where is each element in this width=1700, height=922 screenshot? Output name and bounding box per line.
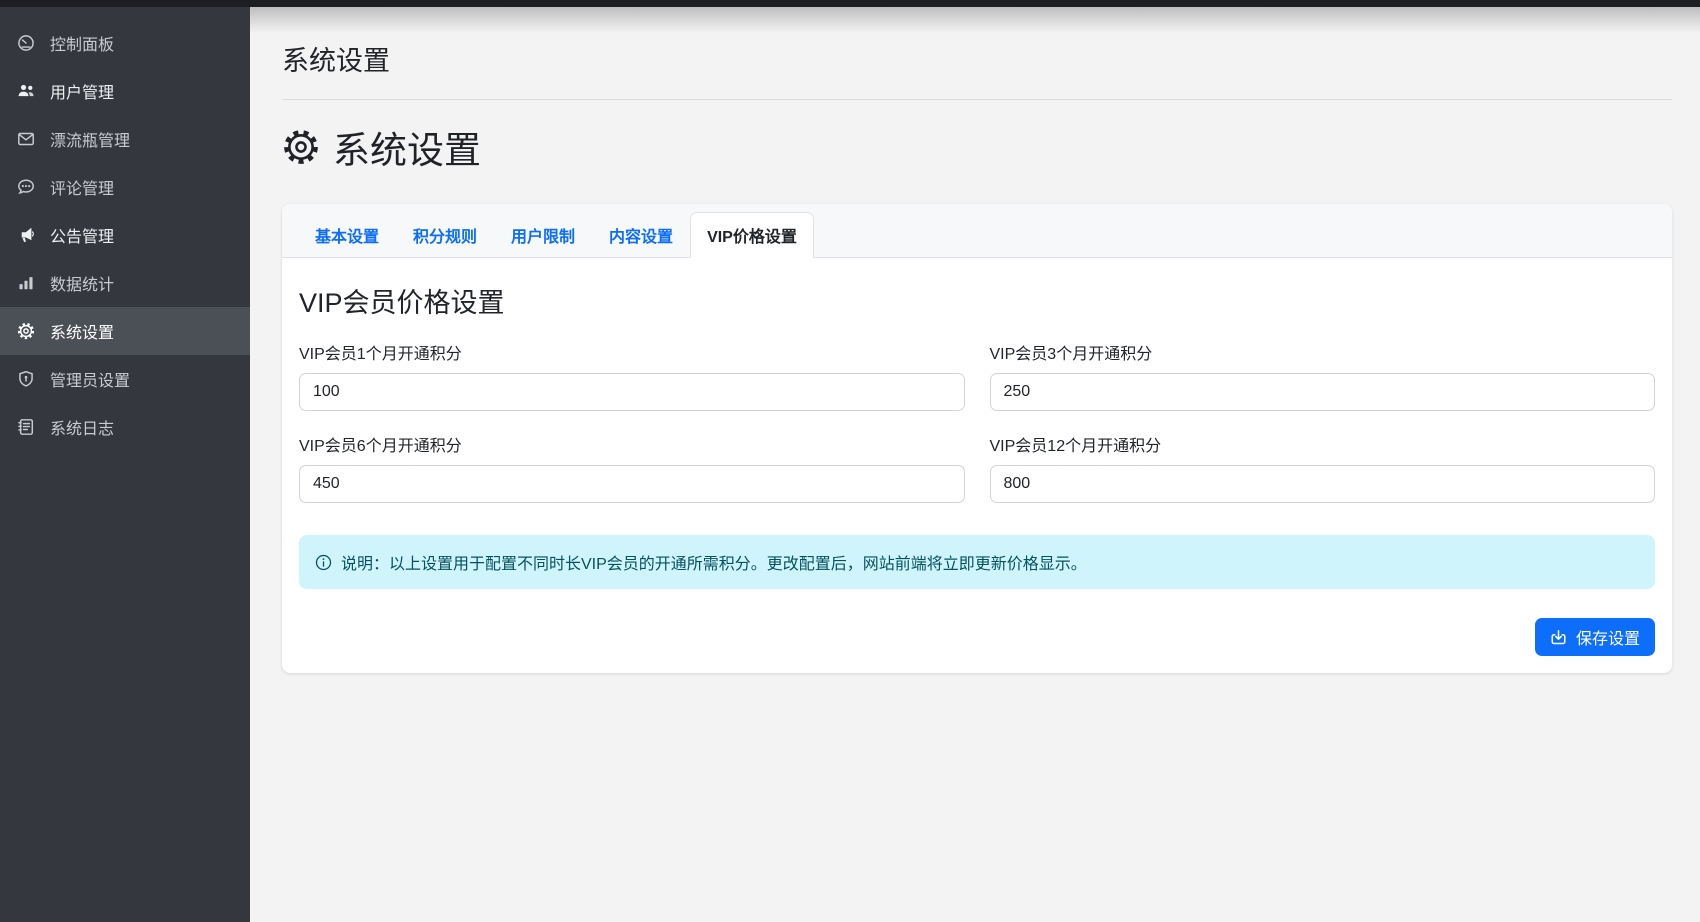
vip-12-months-input[interactable]	[990, 465, 1656, 503]
sidebar-item-label: 系统日志	[50, 415, 114, 439]
sidebar: 控制面板 用户管理 漂流瓶管理	[0, 0, 250, 922]
sidebar-item-label: 控制面板	[50, 31, 114, 55]
sidebar-item-label: 数据统计	[50, 271, 114, 295]
vip-3-months-input[interactable]	[990, 373, 1656, 411]
tab-user-limits[interactable]: 用户限制	[494, 212, 592, 258]
sidebar-item-label: 管理员设置	[50, 367, 130, 391]
tab-panel-vip-prices: VIP会员价格设置 VIP会员1个月开通积分 VIP会员3个月开通积分 VIP会…	[282, 258, 1672, 673]
envelope-icon	[17, 130, 35, 148]
screen: 控制面板 用户管理 漂流瓶管理	[0, 0, 1700, 922]
speedometer-icon	[17, 34, 35, 52]
field-label: VIP会员3个月开通积分	[990, 340, 1656, 364]
chat-dots-icon	[17, 178, 35, 196]
gear-icon	[17, 322, 35, 340]
shield-icon	[17, 370, 35, 388]
settings-card: 基本设置 积分规则 用户限制 内容设置 VIP价格设置 VIP会员价格设置 VI…	[282, 204, 1672, 673]
sidebar-item-system-settings[interactable]: 系统设置	[0, 307, 250, 355]
users-icon	[17, 82, 35, 100]
sidebar-item-admin-settings[interactable]: 管理员设置	[0, 355, 250, 403]
top-bar	[0, 0, 1700, 7]
header-divider	[282, 99, 1672, 100]
field-vip-6-months: VIP会员6个月开通积分	[299, 432, 965, 503]
megaphone-icon	[17, 226, 35, 244]
sidebar-item-comments[interactable]: 评论管理	[0, 163, 250, 211]
sidebar-item-dashboard[interactable]: 控制面板	[0, 19, 250, 67]
sidebar-item-system-logs[interactable]: 系统日志	[0, 403, 250, 451]
field-vip-1-month: VIP会员1个月开通积分	[299, 340, 965, 411]
info-alert: 说明：以上设置用于配置不同时长VIP会员的开通所需积分。更改配置后，网站前端将立…	[299, 535, 1655, 589]
actions-row: 保存设置	[299, 618, 1655, 656]
info-alert-text: 说明：以上设置用于配置不同时长VIP会员的开通所需积分。更改配置后，网站前端将立…	[341, 550, 1087, 574]
save-button-label: 保存设置	[1576, 625, 1640, 649]
section-title: VIP会员价格设置	[299, 281, 1655, 320]
vip-1-month-input[interactable]	[299, 373, 965, 411]
sidebar-item-bottles[interactable]: 漂流瓶管理	[0, 115, 250, 163]
sidebar-item-announcements[interactable]: 公告管理	[0, 211, 250, 259]
page-title: 系统设置	[282, 39, 1672, 78]
tab-vip-price-settings[interactable]: VIP价格设置	[690, 212, 814, 258]
card-title-row: 系统设置	[282, 120, 1672, 174]
tab-bar: 基本设置 积分规则 用户限制 内容设置 VIP价格设置	[282, 204, 1672, 258]
sidebar-item-label: 漂流瓶管理	[50, 127, 130, 151]
sidebar-item-label: 评论管理	[50, 175, 114, 199]
field-label: VIP会员1个月开通积分	[299, 340, 965, 364]
field-label: VIP会员12个月开通积分	[990, 432, 1656, 456]
sidebar-item-label: 用户管理	[50, 79, 114, 103]
gear-icon	[282, 128, 320, 166]
settings-title: 系统设置	[333, 120, 481, 174]
tab-points-rules[interactable]: 积分规则	[396, 212, 494, 258]
bar-chart-icon	[17, 274, 35, 292]
vip-6-months-input[interactable]	[299, 465, 965, 503]
main-area: 系统设置 系统设置 基本设置 积分规则 用户限制 内容设置 VIP价格设置	[250, 7, 1700, 922]
field-vip-12-months: VIP会员12个月开通积分	[990, 432, 1656, 503]
journal-icon	[17, 418, 35, 436]
sidebar-item-users[interactable]: 用户管理	[0, 67, 250, 115]
save-settings-button[interactable]: 保存设置	[1535, 618, 1655, 656]
sidebar-item-statistics[interactable]: 数据统计	[0, 259, 250, 307]
vip-price-form: VIP会员1个月开通积分 VIP会员3个月开通积分 VIP会员6个月开通积分 V…	[299, 340, 1655, 503]
sidebar-item-label: 系统设置	[50, 319, 114, 343]
field-vip-3-months: VIP会员3个月开通积分	[990, 340, 1656, 411]
tab-basic-settings[interactable]: 基本设置	[298, 212, 396, 258]
sidebar-item-label: 公告管理	[50, 223, 114, 247]
info-circle-icon	[315, 554, 332, 571]
save-icon	[1550, 629, 1567, 646]
tab-content-settings[interactable]: 内容设置	[592, 212, 690, 258]
field-label: VIP会员6个月开通积分	[299, 432, 965, 456]
